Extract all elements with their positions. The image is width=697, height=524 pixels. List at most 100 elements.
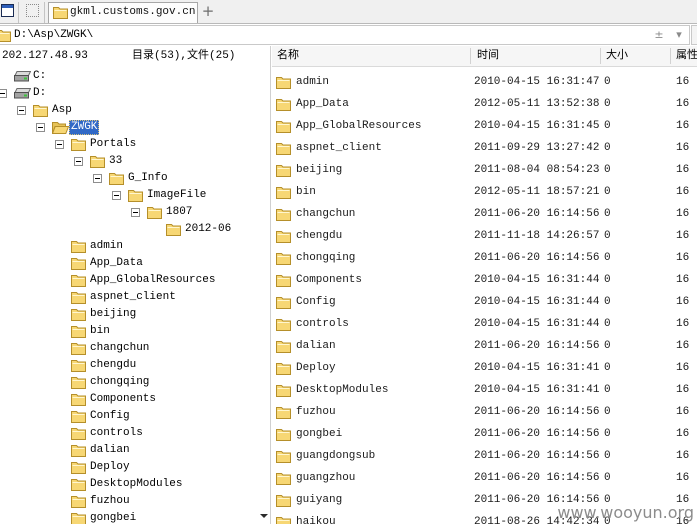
collapse-toggle[interactable] [17,106,26,115]
tree-item[interactable]: chongqing [0,374,257,391]
column-divider[interactable] [600,48,601,64]
file-size: 0 [604,450,611,462]
file-row[interactable]: fuzhou 2011-06-20 16:14:56 0 16 [272,401,697,423]
plus-minus-icon[interactable] [652,26,666,44]
column-divider[interactable] [470,48,471,64]
tab-window[interactable] [0,2,19,23]
file-row[interactable]: Deploy 2010-04-15 16:31:41 0 16 [272,357,697,379]
file-row[interactable]: Components 2010-04-15 16:31:44 0 16 [272,269,697,291]
file-time: 2011-06-20 16:14:56 [474,340,600,352]
tree-item[interactable]: controls [0,425,257,442]
column-header-time[interactable]: 时间 [477,46,499,66]
collapse-toggle[interactable] [55,140,64,149]
tree-item[interactable]: ImageFile [0,187,257,204]
folder-icon [71,274,87,287]
tree-item[interactable]: 33 [0,153,257,170]
file-attr: 16 [676,164,690,176]
tree-item[interactable]: C: [0,68,257,85]
tree-item[interactable]: ZWGK [0,119,257,136]
collapse-toggle[interactable] [36,123,45,132]
tree-item[interactable]: fuzhou [0,493,257,510]
tree-item[interactable]: App_Data [0,255,257,272]
file-row[interactable]: App_GlobalResources 2010-04-15 16:31:45 0 1… [272,115,697,137]
column-divider[interactable] [670,48,671,64]
folder-icon [276,428,292,441]
collapse-toggle[interactable] [0,89,7,98]
file-row[interactable]: chengdu 2011-11-18 14:26:57 0 16 [272,225,697,247]
tree-item[interactable]: bin [0,323,257,340]
file-row[interactable]: guangdongsub 2011-06-20 16:14:56 0 16 [272,445,697,467]
file-row[interactable]: dalian 2011-06-20 16:14:56 0 16 [272,335,697,357]
folder-icon [33,104,49,117]
tree-item[interactable]: Components [0,391,257,408]
file-row[interactable]: App_Data 2012-05-11 13:52:38 0 16 [272,93,697,115]
tree-item[interactable]: changchun [0,340,257,357]
tree-item[interactable]: App_GlobalResources [0,272,257,289]
tab-blank[interactable] [22,2,45,23]
tree-item[interactable]: 1807 [0,204,257,221]
pane-splitter[interactable] [270,46,271,524]
tree-item-label: App_GlobalResources [90,274,216,286]
tree-item[interactable]: beijing [0,306,257,323]
collapse-toggle[interactable] [93,174,102,183]
file-row[interactable]: changchun 2011-06-20 16:14:56 0 16 [272,203,697,225]
collapse-toggle[interactable] [74,157,83,166]
file-row[interactable]: bin 2012-05-11 18:57:21 0 16 [272,181,697,203]
file-row[interactable]: controls 2010-04-15 16:31:44 0 16 [272,313,697,335]
folder-icon [276,142,292,155]
column-header-attr[interactable]: 属性 [676,46,697,66]
file-row[interactable]: chongqing 2011-06-20 16:14:56 0 16 [272,247,697,269]
file-row[interactable]: DesktopModules 2010-04-15 16:31:41 0 16 [272,379,697,401]
file-row[interactable]: guangzhou 2011-06-20 16:14:56 0 16 [272,467,697,489]
address-go-button[interactable] [691,25,697,45]
folder-icon [0,29,12,46]
column-header-size[interactable]: 大小 [606,46,628,66]
tree-item[interactable]: chengdu [0,357,257,374]
file-row[interactable]: aspnet_client 2011-09-29 13:27:42 0 16 [272,137,697,159]
tree-item-label: Deploy [90,461,130,473]
tree-item[interactable]: DesktopModules [0,476,257,493]
collapse-toggle[interactable] [131,208,140,217]
tree-item[interactable]: D: [0,85,257,102]
dropdown-arrow-icon[interactable] [672,26,686,44]
tab-gkml[interactable]: gkml.customs.gov.cn [48,2,198,23]
file-row[interactable]: admin 2010-04-15 16:31:47 0 16 [272,71,697,93]
file-size: 0 [604,362,611,374]
scroll-down-arrow-icon[interactable] [258,510,269,521]
tree-item[interactable]: Config [0,408,257,425]
address-path[interactable]: D:\Asp\ZWGK\ [14,26,93,44]
address-bar[interactable]: D:\Asp\ZWGK\ [0,25,690,45]
folder-icon [71,325,87,338]
tree-item-label: C: [33,70,47,82]
tree-item-label: dalian [90,444,130,456]
tree-item[interactable]: 2012-06 [0,221,257,238]
file-size: 0 [604,208,611,220]
folder-icon [276,208,292,221]
tree-item[interactable]: G_Info [0,170,257,187]
file-size: 0 [604,296,611,308]
file-size: 0 [604,428,611,440]
file-attr: 16 [676,142,690,154]
file-row[interactable]: beijing 2011-08-04 08:54:23 0 16 [272,159,697,181]
tree-item-label: 2012-06 [185,223,232,235]
tree-item[interactable]: gongbei [0,510,257,524]
column-header-name[interactable]: 名称 [277,46,299,66]
file-row[interactable]: Config 2010-04-15 16:31:44 0 16 [272,291,697,313]
file-size: 0 [604,340,611,352]
folder-icon [276,98,292,111]
tree-scrollbar[interactable] [257,67,270,524]
tree-item[interactable]: admin [0,238,257,255]
file-name: guangdongsub [296,450,376,462]
plus-icon[interactable] [201,2,215,21]
collapse-toggle[interactable] [112,191,121,200]
tree-item[interactable]: Portals [0,136,257,153]
file-name: beijing [296,164,343,176]
tree-item[interactable]: Deploy [0,459,257,476]
file-row[interactable]: gongbei 2011-06-20 16:14:56 0 16 [272,423,697,445]
folder-icon [90,155,106,168]
tree-item[interactable]: aspnet_client [0,289,257,306]
file-size: 0 [604,98,611,110]
file-time: 2011-06-20 16:14:56 [474,208,600,220]
tree-item[interactable]: dalian [0,442,257,459]
tree-item[interactable]: Asp [0,102,257,119]
